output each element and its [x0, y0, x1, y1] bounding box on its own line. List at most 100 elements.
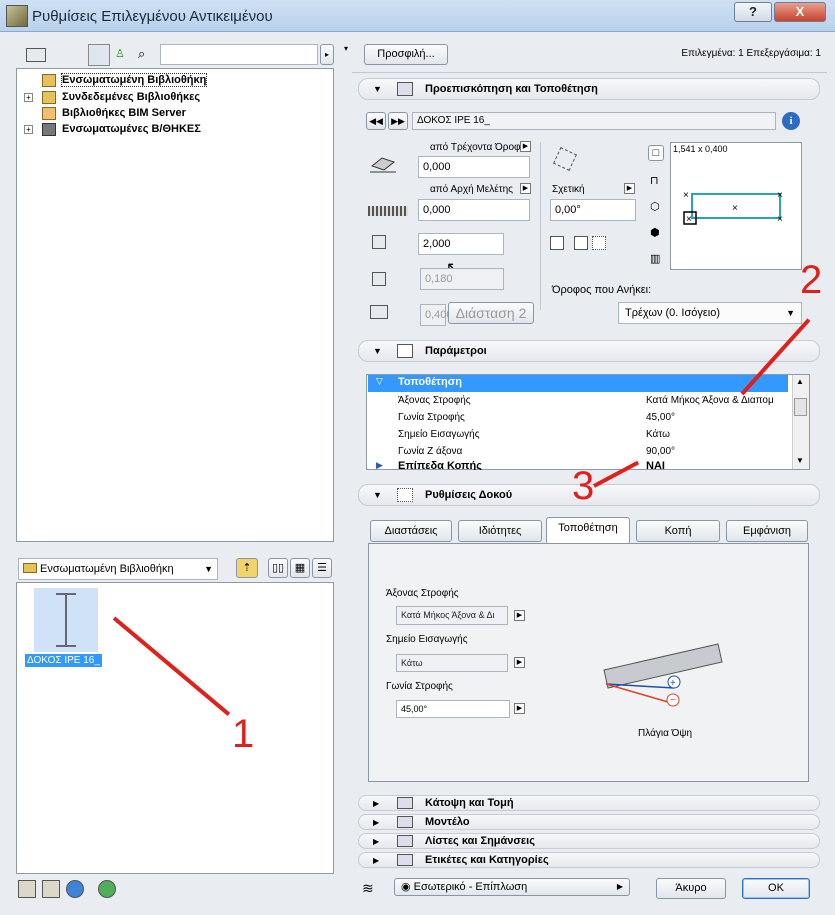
from-floor-menu-icon[interactable]: ▶	[520, 141, 531, 152]
anchor-dotted-icon[interactable]	[592, 236, 606, 250]
cancel-button[interactable]: Άκυρο	[656, 878, 726, 899]
expand-closed-icon: ▶	[376, 460, 383, 470]
from-floor-input[interactable]: 0,000	[418, 156, 530, 178]
rotation-icon	[553, 147, 577, 171]
story-select[interactable]: Τρέχων (0. Ισόγειο) ▼	[618, 302, 802, 324]
object-settings-icon[interactable]	[42, 880, 60, 898]
floorplan-icon	[397, 797, 413, 809]
help-button[interactable]: ?	[734, 2, 772, 22]
section-model[interactable]: ▶ Μοντέλο	[358, 814, 820, 830]
tags-icon	[397, 854, 413, 866]
library-folder-icon	[42, 123, 56, 136]
search-icon[interactable]: ⌕	[138, 46, 145, 62]
window-title: Ρυθμίσεις Επιλεγμένου Αντικειμένου	[32, 8, 273, 25]
ok-button[interactable]: OK	[742, 878, 810, 899]
search-arrow-button[interactable]: ▸	[320, 44, 334, 65]
lists-icon	[397, 835, 413, 847]
library-select[interactable]: Ενσωματωμένη Βιβλιοθήκη ▼	[18, 558, 218, 580]
axis-select[interactable]: Κατά Μήκος Άξονα & Δι	[396, 606, 508, 625]
length-input[interactable]: 2,000	[418, 233, 504, 255]
object-name-field: ΔΟΚΟΣ IPE 16_	[412, 112, 776, 130]
relative-menu-icon[interactable]: ▶	[624, 183, 635, 194]
anchor-icon[interactable]	[574, 236, 588, 250]
mirror-checkbox[interactable]	[550, 236, 564, 250]
beam-plan-preview: × × × × ×	[683, 190, 783, 225]
angle-menu-icon[interactable]: ▶	[514, 703, 525, 714]
expand-icon[interactable]: +	[24, 125, 33, 134]
collapse-arrow-icon[interactable]: ▾	[344, 44, 348, 53]
info-icon[interactable]: i	[782, 112, 800, 130]
folder-up-button[interactable]: ⇡	[236, 558, 258, 578]
menu-arrow-icon: ▶	[616, 882, 623, 891]
chair-green-icon[interactable]: ♙	[115, 47, 125, 60]
view-axo-icon[interactable]: ⬡	[650, 200, 660, 213]
param-row[interactable]: Γωνία Ζ άξονα 90,00°	[368, 444, 788, 461]
height-input[interactable]: 0,180	[420, 268, 504, 290]
from-origin-menu-icon[interactable]: ▶	[520, 183, 531, 194]
tab-dimensions[interactable]: Διαστάσεις	[370, 520, 452, 542]
object-label[interactable]: ΔΟΚΟΣ IPE 16_	[25, 654, 102, 667]
svg-text:+: +	[670, 678, 676, 689]
tab-placement[interactable]: Τοποθέτηση	[546, 517, 630, 544]
tab-properties[interactable]: Ιδιότητες	[458, 520, 542, 542]
search-input[interactable]	[160, 44, 318, 65]
tab-appearance[interactable]: Εμφάνιση	[726, 520, 808, 542]
list-view-button[interactable]: ☰	[312, 558, 332, 578]
insert-select[interactable]: Κάτω	[396, 654, 508, 672]
large-icons-view-button[interactable]: ▯▯	[268, 558, 288, 578]
close-button[interactable]: X	[774, 2, 826, 22]
from-origin-label: από Αρχή Μελέτης	[430, 184, 513, 195]
layer-select[interactable]: ◉ Εσωτερικό - Επίπλωση ▶	[394, 878, 630, 896]
tab-cut[interactable]: Κοπή	[636, 520, 720, 542]
param-row[interactable]: Άξονας Στροφής Κατά Μήκος Άξονα & Διαπομ	[368, 393, 788, 410]
section-tags[interactable]: ▶ Ετικέτες και Κατηγορίες	[358, 852, 820, 868]
params-group-row[interactable]: ▽ Τοποθέτηση	[368, 375, 788, 392]
rotation-angle-input[interactable]: 45,00°	[396, 700, 510, 718]
annotation-number-1: 1	[232, 712, 255, 756]
width-icon	[370, 305, 388, 319]
library-icon	[42, 74, 56, 87]
svg-text:×: ×	[777, 214, 783, 225]
small-icons-view-button[interactable]: ▦	[290, 558, 310, 578]
i-beam-icon	[56, 593, 76, 647]
globe-icon[interactable]	[66, 880, 84, 898]
collapse-icon: ▼	[373, 346, 382, 356]
insert-menu-icon[interactable]: ▶	[514, 657, 525, 668]
chair-icon[interactable]	[88, 44, 110, 66]
section-preview[interactable]: ▼ Προεπισκόπηση και Τοποθέτηση	[358, 78, 820, 100]
param-row[interactable]: Γωνία Στροφής 45,00°	[368, 410, 788, 427]
view-3d-icon[interactable]: ⬢	[650, 226, 660, 239]
svg-text:×: ×	[777, 190, 783, 201]
view-plan-button[interactable]: □	[648, 145, 664, 161]
section-params[interactable]: ▼ Παράμετροι	[358, 340, 820, 362]
width-input[interactable]: 0,400	[420, 304, 453, 326]
view-front-icon[interactable]: ⊓	[650, 174, 659, 187]
next-object-button[interactable]: ▶▶	[388, 112, 408, 130]
scroll-thumb[interactable]	[794, 398, 807, 416]
expand-icon[interactable]: +	[24, 93, 33, 102]
chevron-down-icon: ▼	[786, 308, 795, 318]
prev-object-button[interactable]: ◀◀	[366, 112, 386, 130]
collapse-icon: ▼	[373, 84, 382, 94]
angle-input[interactable]: 0,00°	[550, 199, 636, 221]
web-object-icon[interactable]	[98, 880, 116, 898]
scroll-up-icon[interactable]: ▲	[796, 377, 804, 386]
axis-menu-icon[interactable]: ▶	[514, 610, 525, 621]
param-row[interactable]: Σημείο Εισαγωγής Κάτω	[368, 427, 788, 444]
from-origin-input[interactable]: 0,000	[418, 199, 530, 221]
view-mode-icon[interactable]	[26, 48, 46, 62]
dimension2-button[interactable]: Διάσταση 2	[448, 302, 534, 324]
favorites-button[interactable]: Προσφιλή...	[364, 44, 448, 65]
section-floorplan[interactable]: ▶ Κάτοψη και Τομή	[358, 795, 820, 811]
library-tree	[16, 68, 334, 542]
scroll-down-icon[interactable]: ▼	[796, 456, 804, 465]
annotation-number-2: 2	[800, 258, 823, 302]
view-section-icon[interactable]: ▥	[650, 252, 660, 265]
params-scrollbar[interactable]	[792, 375, 809, 469]
library-manager-icon[interactable]	[18, 880, 36, 898]
expand-open-icon: ▽	[376, 376, 383, 386]
object-thumbnail[interactable]	[34, 588, 98, 652]
side-view-label: Πλάγια Όψη	[638, 728, 693, 739]
elevation-to-origin-icon	[368, 206, 408, 216]
section-lists[interactable]: ▶ Λίστες και Σημάνσεις	[358, 833, 820, 849]
